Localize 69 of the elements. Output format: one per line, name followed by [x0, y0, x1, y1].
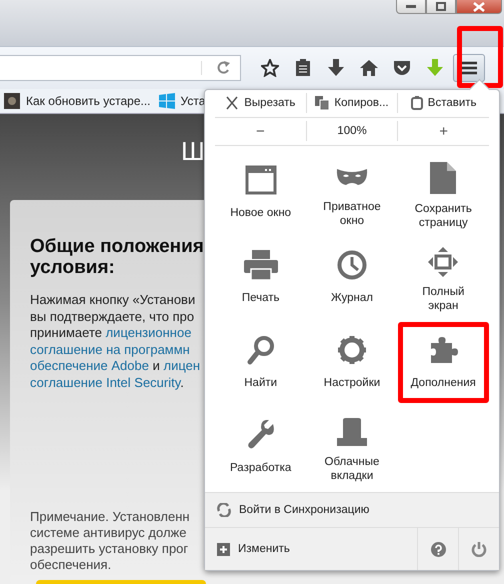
reload-icon[interactable]: [201, 61, 232, 75]
menu-item[interactable]: Печать: [215, 236, 306, 318]
copy-icon: [315, 96, 330, 110]
menu-item[interactable]: Настройки: [306, 322, 398, 403]
note-text: разрешить установку прог: [30, 541, 188, 557]
section-heading: условия:: [30, 257, 115, 278]
note-text: обеспечения.: [30, 557, 112, 573]
restore-icon: [436, 2, 446, 11]
clipboard-icon[interactable]: [294, 59, 310, 77]
paragraph-text: .: [180, 374, 184, 390]
zoom-out-button[interactable]: −: [215, 121, 306, 142]
menu-item[interactable]: Разработка: [215, 406, 306, 488]
paragraph-text: вы подтверждаете, что про: [30, 308, 194, 324]
zoom-in-button[interactable]: +: [397, 121, 490, 142]
section-heading: Общие положения: [30, 236, 204, 257]
menu-item[interactable]: Приватное окно: [306, 152, 398, 233]
note-text: системе антивирус долже: [30, 525, 186, 541]
clock-icon: [336, 250, 367, 280]
gear-icon: [336, 334, 367, 365]
paragraph-text: принимаете: [30, 325, 103, 340]
restore-button[interactable]: [426, 0, 456, 14]
minimize-icon: [406, 5, 416, 8]
bookmark-link[interactable]: Как обновить устаре...: [4, 93, 151, 109]
paragraph-text: Нажимая кнопку «Установи: [30, 292, 196, 307]
wrench-icon: [246, 420, 276, 450]
tab-icon: [336, 418, 368, 446]
menu-item[interactable]: Новое окно: [215, 152, 306, 233]
fullscreen-icon: [428, 246, 458, 277]
license-link[interactable]: обеспечение Adobe: [30, 358, 149, 373]
sync-icon: [217, 502, 231, 517]
sync-button[interactable]: Войти в Синхронизацию: [205, 492, 499, 527]
star-icon[interactable]: [260, 59, 278, 77]
menu-item[interactable]: Сохранить страницу: [398, 152, 489, 233]
address-field[interactable]: [0, 55, 241, 81]
mask-icon: [336, 166, 368, 187]
menu-item[interactable]: Облачные вкладки: [306, 406, 398, 488]
menu-item[interactable]: Журнал: [306, 236, 398, 318]
paragraph-text: и: [152, 358, 161, 373]
scissors-icon: [225, 96, 240, 110]
copy-button[interactable]: Копиров...: [306, 93, 398, 114]
note-text: Примечание. Установленн: [30, 509, 190, 525]
windows-icon: [158, 93, 175, 109]
license-link[interactable]: лицен: [163, 358, 200, 373]
close-button[interactable]: [456, 0, 502, 14]
menu-item[interactable]: Дополнения: [398, 322, 489, 403]
download-icon[interactable]: [328, 59, 344, 77]
close-icon: [473, 2, 485, 12]
page-title: Ш: [181, 136, 205, 167]
menu-item[interactable]: Найти: [215, 322, 306, 403]
license-link[interactable]: соглашение Intel Security: [30, 374, 180, 390]
minimize-button[interactable]: [396, 0, 426, 14]
cut-button[interactable]: Вырезать: [215, 93, 306, 114]
menu-item[interactable]: Полный экран: [398, 236, 489, 318]
help-icon: [430, 542, 446, 556]
plus-icon: [217, 542, 230, 556]
home-icon[interactable]: [360, 60, 378, 76]
zoom-reset-button[interactable]: 100%: [306, 121, 398, 142]
license-link[interactable]: лицензионное: [106, 325, 192, 340]
pocket-icon[interactable]: [392, 60, 410, 76]
power-icon: [471, 541, 487, 557]
license-link[interactable]: соглашение на программн: [30, 342, 190, 356]
menu-icon: [461, 61, 477, 75]
search-icon: [246, 334, 275, 365]
printer-icon: [244, 250, 278, 280]
window-icon: [244, 164, 277, 195]
puzzle-icon: [428, 334, 458, 365]
photo-thumbnail: [4, 93, 20, 109]
paste-icon: [410, 96, 423, 110]
document-icon: [430, 162, 456, 194]
